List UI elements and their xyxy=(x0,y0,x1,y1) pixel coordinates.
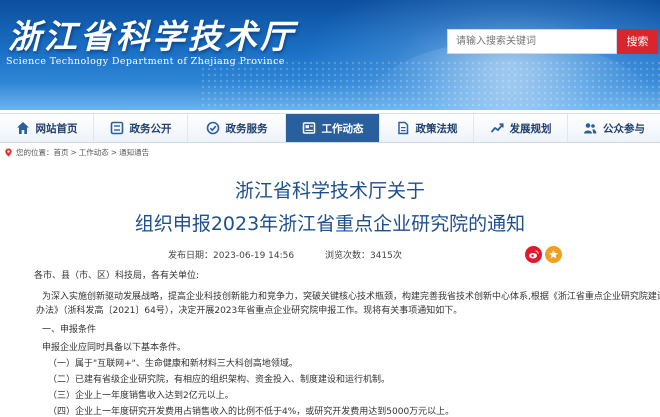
site-title-english: Science Technology Department of Zhejian… xyxy=(6,56,285,67)
section-intro: 申报企业应同时具备以下基本条件。 xyxy=(42,343,187,353)
publish-time: 发布日期：2023-06-19 14:56 xyxy=(168,251,295,261)
condition-item: （三）企业上一年度销售收入达到2亿元以上。 xyxy=(48,391,234,401)
weibo-icon xyxy=(529,250,539,259)
breadcrumb: 您的位置： 首页 > 工作动态 > 通知通告 xyxy=(4,146,149,158)
nav-item-label: 政务公开 xyxy=(129,122,172,135)
share-weibo-button[interactable] xyxy=(525,246,542,263)
search-button[interactable]: 搜索 xyxy=(617,29,658,54)
article-title-line2: 组织申报2023年浙江省重点企业研究院的通知 xyxy=(134,213,526,235)
condition-item: （二）已建有省级企业研究院，有相应的组织架构、资金投入、制度建设和运行机制。 xyxy=(48,375,391,385)
breadcrumb-link-home[interactable]: 首页 xyxy=(54,147,69,158)
nav-item-government-services[interactable]: 政务服务 xyxy=(188,114,286,142)
star-icon xyxy=(548,249,559,259)
share-wechat-button[interactable] xyxy=(545,246,562,263)
site-title[interactable]: 浙江省科学技术厅 xyxy=(8,10,296,58)
nav-item-public-participation[interactable]: 公众参与 xyxy=(568,114,660,142)
article-paragraph: 为深入实施创新驱动发展战略，提高企业科技创新能力和竞争力，突破关键核心技术瓶颈，… xyxy=(42,292,660,302)
home-icon xyxy=(16,121,30,135)
condition-item: （一）属于"互联网+"、生命健康和新材料三大科创高地领域。 xyxy=(48,359,298,369)
service-icon xyxy=(206,121,220,135)
main-nav: 网站首页 政务公开 政务服务 工作动态 政策法规 发展规划 公众参与 xyxy=(0,113,660,143)
condition-item: （四）企业上一年度研究开发费用占销售收入的比例不低于4%，或研究开发费用达到50… xyxy=(48,407,455,417)
people-icon xyxy=(583,121,597,135)
nav-item-label: 公众参与 xyxy=(603,122,645,135)
header-banner: 浙江省科学技术厅 Science Technology Department o… xyxy=(0,0,660,110)
nav-item-label: 政策法规 xyxy=(415,122,458,135)
trend-icon xyxy=(490,121,504,135)
news-icon xyxy=(302,121,316,135)
nav-item-work-news[interactable]: 工作动态 xyxy=(286,114,380,142)
breadcrumb-link-notices[interactable]: 通知通告 xyxy=(119,147,149,158)
breadcrumb-link-work-news[interactable]: 工作动态 xyxy=(79,147,109,158)
search-input[interactable] xyxy=(447,29,617,54)
article-salutation: 各市、县（市、区）科技局，各有关单位: xyxy=(34,271,200,281)
section-heading: 一、申报条件 xyxy=(42,325,97,335)
breadcrumb-separator: > xyxy=(110,147,118,157)
article-meta: 发布日期：2023-06-19 14:56 浏览次数：3415次 xyxy=(168,248,430,261)
nav-item-label: 发展规划 xyxy=(509,122,552,135)
document-icon xyxy=(396,121,410,135)
nav-item-government-affairs[interactable]: 政务公开 xyxy=(94,114,188,142)
nav-item-home[interactable]: 网站首页 xyxy=(0,114,94,142)
nav-item-development-planning[interactable]: 发展规划 xyxy=(474,114,568,142)
breadcrumb-separator: > xyxy=(70,147,77,157)
view-count: 浏览次数：3415次 xyxy=(324,251,402,261)
nav-item-label: 网站首页 xyxy=(35,122,78,135)
article-paragraph-continued: 办法》（浙科发高〔2021〕64号），决定开展2023年省重点企业研究院申报工作… xyxy=(36,306,463,316)
list-icon xyxy=(110,121,124,135)
location-pin-icon xyxy=(4,147,13,157)
nav-item-label: 政务服务 xyxy=(225,122,268,135)
breadcrumb-prefix: 您的位置： xyxy=(16,147,54,157)
article-title-line1: 浙江省科学技术厅关于 xyxy=(234,180,425,202)
banner-dot-pattern xyxy=(200,60,660,110)
nav-item-label: 工作动态 xyxy=(321,122,364,135)
nav-item-policies[interactable]: 政策法规 xyxy=(380,114,474,142)
